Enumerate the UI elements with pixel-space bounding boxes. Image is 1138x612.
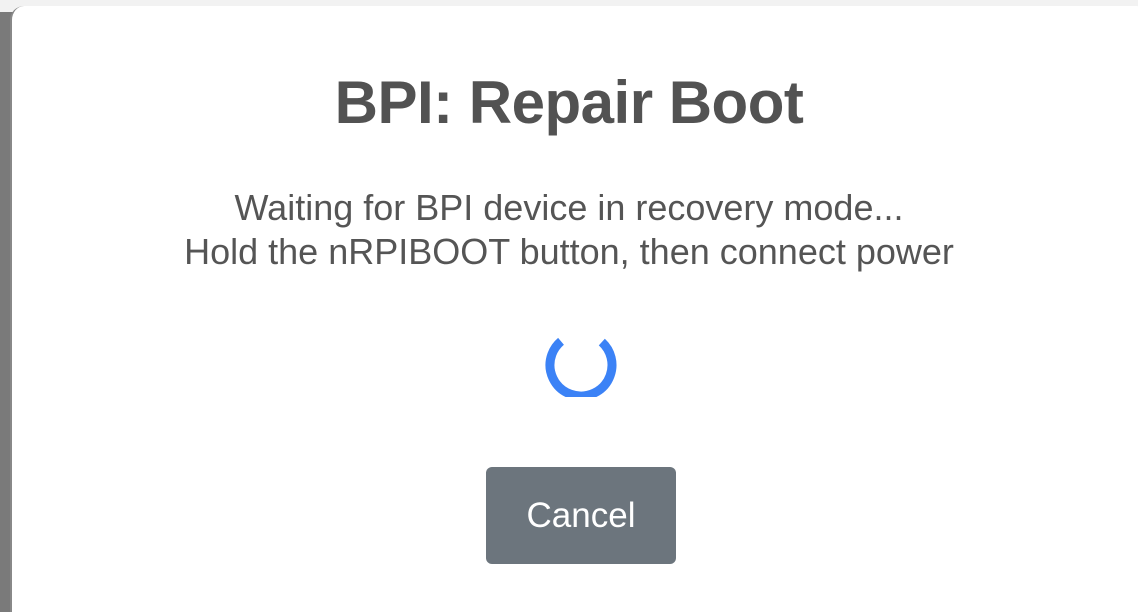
dialog-title: BPI: Repair Boot xyxy=(334,69,804,136)
dialog-message: Waiting for BPI device in recovery mode.… xyxy=(0,186,1138,274)
cancel-button[interactable]: Cancel xyxy=(486,467,676,564)
instruction-message-line: Hold the nRPIBOOT button, then connect p… xyxy=(184,231,954,272)
loading-spinner-icon xyxy=(545,333,617,397)
status-message-line: Waiting for BPI device in recovery mode.… xyxy=(234,187,904,228)
